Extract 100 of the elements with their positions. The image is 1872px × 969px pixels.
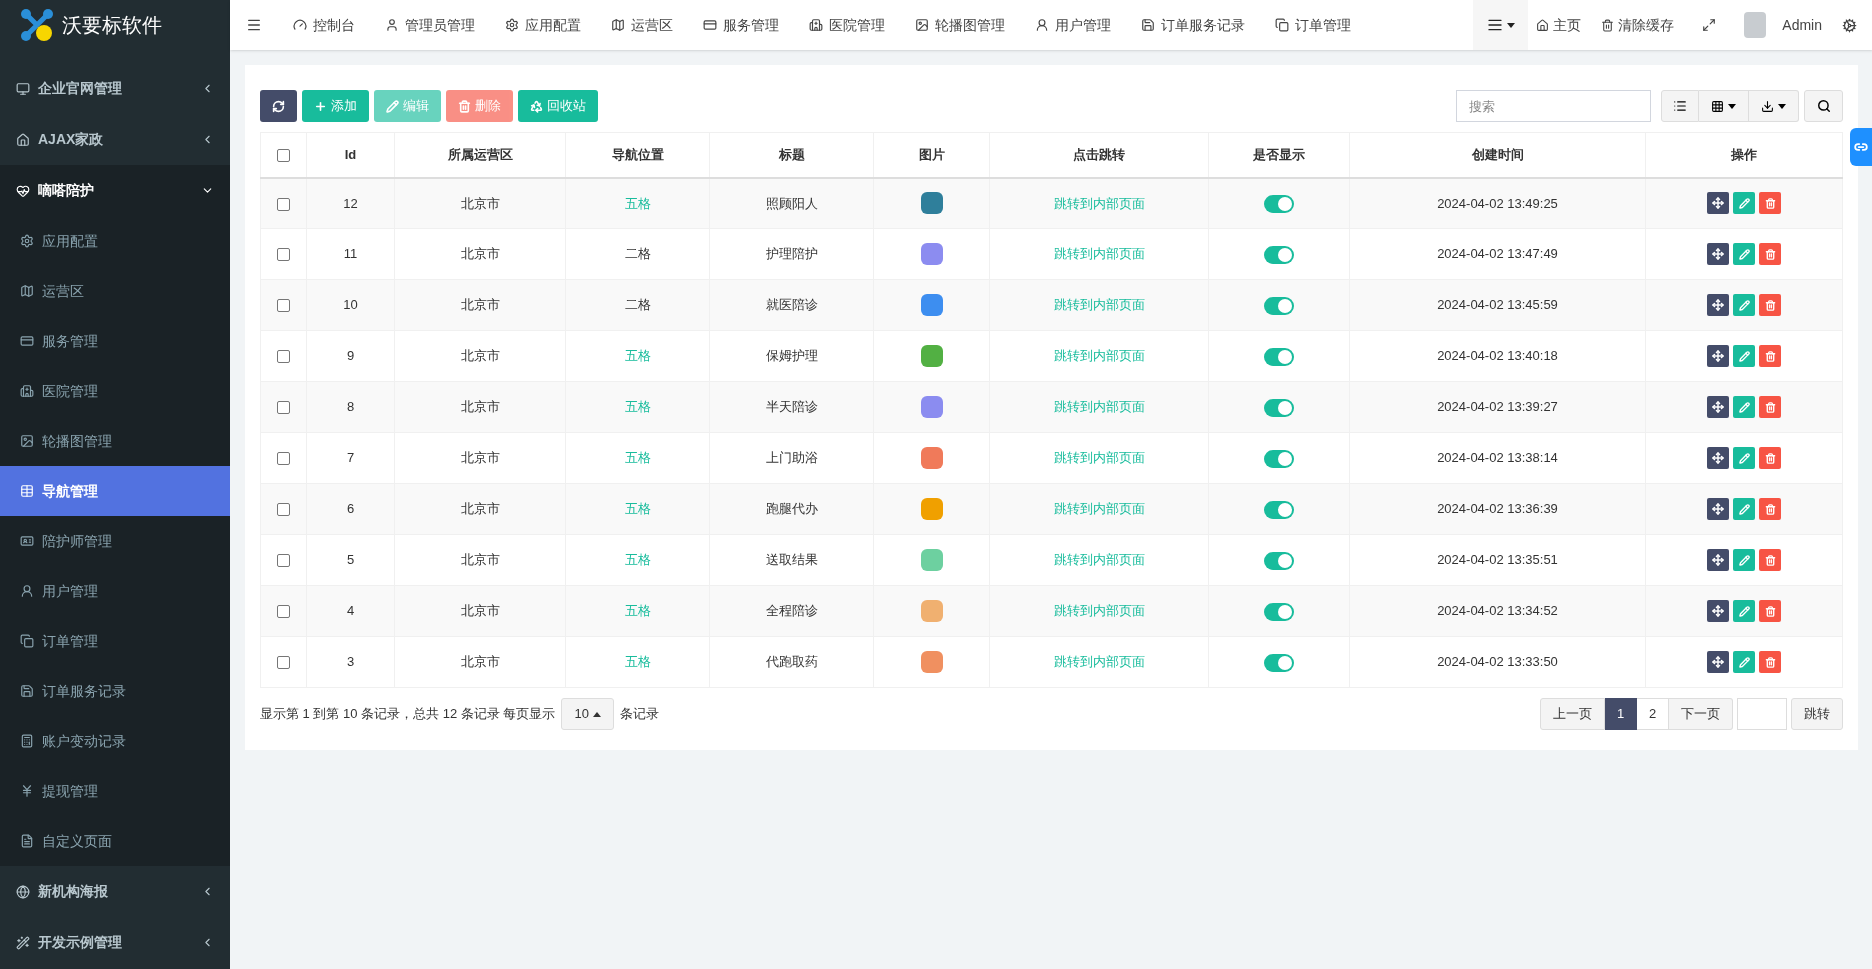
checkbox[interactable] bbox=[277, 248, 290, 262]
clear-cache-link[interactable]: 清除缓存 bbox=[1589, 14, 1687, 36]
table-cell: 北京市 bbox=[394, 483, 566, 535]
search-field[interactable]: 搜索 bbox=[1456, 90, 1651, 122]
sidebar-item[interactable]: 服务管理 bbox=[0, 316, 230, 366]
trash-icon bbox=[1764, 299, 1776, 311]
move-icon bbox=[1712, 350, 1724, 362]
sidebar-item[interactable]: 陪护师管理 bbox=[0, 516, 230, 566]
delete-button[interactable] bbox=[1759, 447, 1781, 469]
nav-tab[interactable]: 医院管理 bbox=[794, 14, 900, 36]
column-header: 导航位置 bbox=[565, 132, 710, 178]
toggle-switch[interactable] bbox=[1264, 449, 1294, 468]
checkbox[interactable] bbox=[277, 605, 290, 619]
checkbox[interactable] bbox=[277, 554, 290, 568]
drag-button[interactable] bbox=[1707, 549, 1729, 571]
checkbox[interactable] bbox=[277, 149, 290, 163]
page-button[interactable]: 2 bbox=[1637, 698, 1669, 730]
delete-button[interactable] bbox=[1759, 243, 1781, 265]
nav-tab[interactable]: 控制台 bbox=[278, 14, 370, 36]
table-cell: 北京市 bbox=[394, 432, 566, 484]
sidebar-item[interactable]: 医院管理 bbox=[0, 366, 230, 416]
columns-button[interactable] bbox=[1699, 90, 1749, 122]
column-header: 标题 bbox=[709, 132, 874, 178]
prev-page-button[interactable]: 上一页 bbox=[1540, 698, 1605, 730]
nav-tab[interactable]: 轮播图管理 bbox=[900, 14, 1020, 36]
page-jump-field[interactable] bbox=[1737, 698, 1787, 730]
sidebar-item[interactable]: 订单服务记录 bbox=[0, 666, 230, 716]
home-link[interactable]: 主页 bbox=[1528, 14, 1590, 36]
toggle-switch[interactable] bbox=[1264, 245, 1294, 264]
nav-tab[interactable]: 应用配置 bbox=[490, 14, 596, 36]
column-header: 所属运营区 bbox=[394, 132, 566, 178]
nav-tab[interactable]: 用户管理 bbox=[1020, 14, 1126, 36]
checkbox[interactable] bbox=[277, 299, 290, 313]
settings-icon[interactable] bbox=[1842, 17, 1857, 33]
delete-button[interactable] bbox=[1759, 498, 1781, 520]
toggle-view-button[interactable] bbox=[1661, 90, 1699, 122]
drag-button[interactable] bbox=[1707, 600, 1729, 622]
page-button[interactable]: 1 bbox=[1605, 698, 1637, 730]
page-size-dropdown[interactable]: 10 bbox=[561, 698, 614, 730]
sidebar-group[interactable]: 嘀嗒陪护 bbox=[0, 165, 230, 216]
toggle-switch[interactable] bbox=[1264, 296, 1294, 315]
sidebar-item[interactable]: 自定义页面 bbox=[0, 816, 230, 866]
search-button[interactable] bbox=[1804, 90, 1843, 122]
sidebar-item[interactable]: 账户变动记录 bbox=[0, 716, 230, 766]
drag-button[interactable] bbox=[1707, 498, 1729, 520]
nav-tab[interactable]: 订单管理 bbox=[1260, 14, 1366, 36]
sidebar-item[interactable]: 应用配置 bbox=[0, 216, 230, 266]
nav-tab[interactable]: 管理员管理 bbox=[370, 14, 490, 36]
toggle-switch[interactable] bbox=[1264, 653, 1294, 672]
table-cell: 2024-04-02 13:40:18 bbox=[1349, 330, 1646, 382]
checkbox[interactable] bbox=[277, 350, 290, 364]
drag-button[interactable] bbox=[1707, 345, 1729, 367]
nav-menu-button[interactable] bbox=[1473, 0, 1529, 50]
delete-button[interactable] bbox=[1759, 192, 1781, 215]
nav-tab[interactable]: 服务管理 bbox=[688, 14, 794, 36]
list-icon bbox=[1486, 17, 1503, 33]
toggle-switch[interactable] bbox=[1264, 398, 1294, 417]
drag-button[interactable] bbox=[1707, 447, 1729, 469]
sidebar-item[interactable]: 导航管理 bbox=[0, 466, 230, 516]
checkbox[interactable] bbox=[277, 401, 290, 415]
delete-button[interactable] bbox=[1759, 651, 1781, 673]
table-cell: 送取结果 bbox=[709, 534, 874, 586]
export-button[interactable] bbox=[1749, 90, 1799, 122]
delete-button[interactable] bbox=[1759, 396, 1781, 418]
table-cell: 半天陪诊 bbox=[709, 381, 874, 433]
sidebar-item[interactable]: 轮播图管理 bbox=[0, 416, 230, 466]
drag-button[interactable] bbox=[1707, 651, 1729, 673]
drag-button[interactable] bbox=[1707, 396, 1729, 418]
nav-tab[interactable]: 运营区 bbox=[596, 14, 688, 36]
checkbox[interactable] bbox=[277, 656, 290, 670]
drag-button[interactable] bbox=[1707, 192, 1729, 215]
checkbox[interactable] bbox=[277, 452, 290, 466]
toggle-switch[interactable] bbox=[1264, 500, 1294, 519]
drag-button[interactable] bbox=[1707, 294, 1729, 316]
pencil-icon bbox=[1738, 299, 1750, 311]
checkbox[interactable] bbox=[277, 197, 290, 211]
copy-icon bbox=[1275, 18, 1289, 32]
delete-button[interactable] bbox=[1759, 600, 1781, 622]
toggle-switch[interactable] bbox=[1264, 602, 1294, 621]
user-name[interactable]: Admin bbox=[1766, 14, 1838, 36]
delete-button[interactable] bbox=[1759, 345, 1781, 367]
table-cell: 就医陪诊 bbox=[709, 279, 874, 331]
toggle-switch[interactable] bbox=[1264, 347, 1294, 366]
nav-tab[interactable]: 订单服务记录 bbox=[1126, 14, 1260, 36]
drag-button[interactable] bbox=[1707, 243, 1729, 265]
sidebar-item[interactable]: 运营区 bbox=[0, 266, 230, 316]
refresh-button[interactable] bbox=[260, 90, 297, 122]
pagination-suffix: 条记录 bbox=[619, 705, 659, 724]
jump-button[interactable]: 跳转 bbox=[1791, 698, 1843, 730]
delete-button[interactable] bbox=[1759, 549, 1781, 571]
toggle-switch[interactable] bbox=[1264, 195, 1294, 214]
delete-button[interactable] bbox=[1759, 294, 1781, 316]
toggle-switch[interactable] bbox=[1264, 551, 1294, 570]
sidebar-item[interactable]: 用户管理 bbox=[0, 566, 230, 616]
checkbox[interactable] bbox=[277, 503, 290, 517]
fullscreen-icon[interactable] bbox=[1702, 18, 1717, 32]
next-page-button[interactable]: 下一页 bbox=[1669, 698, 1733, 730]
sidebar-item[interactable]: 提现管理 bbox=[0, 766, 230, 816]
sidebar-item[interactable]: 订单管理 bbox=[0, 616, 230, 666]
side-tab[interactable] bbox=[1850, 128, 1872, 166]
